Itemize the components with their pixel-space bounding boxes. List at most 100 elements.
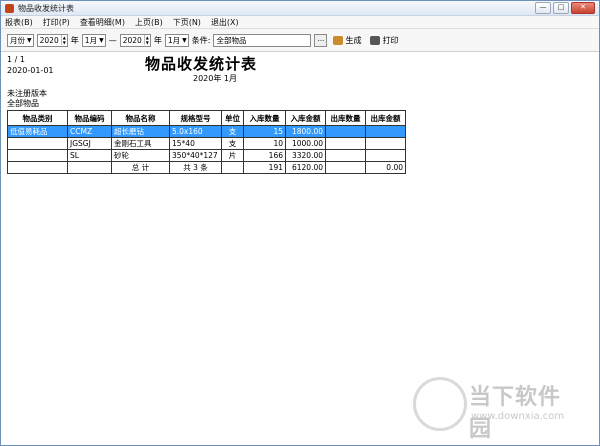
total-out-amount: 0.00 bbox=[365, 161, 406, 174]
total-label: 总 计 bbox=[111, 161, 170, 174]
page-number: 1 / 1 bbox=[7, 55, 25, 64]
generate-label: 生成 bbox=[345, 35, 362, 45]
table-row[interactable]: JGSGJ 金刚石工具 15*40 支 10 1000.00 bbox=[7, 137, 406, 150]
app-window: 物品收发统计表 — □ ✕ 报表(B) 打印(P) 查看明细(M) 上页(B) … bbox=[0, 0, 600, 446]
generate-button[interactable]: 生成 bbox=[330, 35, 364, 46]
table-cell: 超长磨钻 bbox=[111, 125, 170, 138]
period-type-select[interactable]: 月份 ▼ bbox=[7, 33, 34, 47]
table-cell: CCMZ bbox=[67, 125, 112, 138]
end-month-value: 1月 bbox=[167, 35, 181, 45]
table-cell bbox=[365, 149, 406, 162]
report-title: 物品收发统计表 bbox=[145, 55, 258, 73]
table-cell bbox=[67, 161, 112, 174]
total-in-qty: 191 bbox=[243, 161, 286, 174]
table-cell: 片 bbox=[221, 149, 244, 162]
end-year-label: 年 bbox=[153, 35, 162, 45]
chevron-down-icon: ▼ bbox=[182, 36, 187, 44]
menu-report[interactable]: 报表(B) bbox=[5, 17, 33, 28]
menu-prev-page[interactable]: 上页(B) bbox=[135, 17, 163, 28]
start-year-value: 2020 bbox=[39, 35, 59, 45]
printer-icon bbox=[370, 35, 381, 45]
condition-field[interactable]: 全部物品 bbox=[213, 33, 312, 47]
column-header[interactable]: 出库数量 bbox=[325, 110, 366, 126]
app-icon bbox=[5, 3, 14, 13]
table-cell: 1000.00 bbox=[285, 137, 326, 150]
spinner-arrows-icon[interactable]: ▲ ▼ bbox=[60, 35, 67, 45]
column-header[interactable]: 出库金额 bbox=[365, 110, 406, 126]
table-cell: 350*40*127 bbox=[169, 149, 222, 162]
report-date: 2020-01-01 bbox=[7, 66, 54, 75]
table-cell bbox=[325, 137, 366, 150]
generate-icon bbox=[333, 35, 344, 45]
watermark-logo-icon bbox=[413, 377, 467, 431]
end-year-value: 2020 bbox=[122, 35, 142, 45]
column-header[interactable]: 入库数量 bbox=[243, 110, 286, 126]
menu-view-detail[interactable]: 查看明细(M) bbox=[80, 17, 125, 28]
table-cell: JGSGJ bbox=[67, 137, 112, 150]
column-header[interactable]: 入库金额 bbox=[285, 110, 326, 126]
condition-label: 条件: bbox=[191, 35, 211, 45]
report-period: 2020年 1月 bbox=[193, 74, 237, 83]
start-year-spinner[interactable]: 2020 ▲ ▼ bbox=[36, 33, 68, 47]
report-scope: 全部物品 bbox=[7, 99, 39, 108]
table-header-row: 物品类别 物品编码 物品名称 规格型号 单位 入库数量 入库金额 出库数量 出库… bbox=[7, 110, 406, 126]
table-cell: 166 bbox=[243, 149, 286, 162]
table-row-selected[interactable]: 低值易耗品 CCMZ 超长磨钻 5.0x160 支 15 1800.00 bbox=[7, 125, 406, 138]
watermark: 当下软件园 www.downxia.com bbox=[413, 375, 583, 442]
range-separator: — bbox=[108, 35, 117, 45]
total-out-qty bbox=[325, 161, 366, 174]
chevron-down-icon: ▼ bbox=[99, 36, 104, 44]
table-cell bbox=[365, 125, 406, 138]
end-year-spinner[interactable]: 2020 ▲ ▼ bbox=[119, 33, 151, 47]
start-month-select[interactable]: 1月 ▼ bbox=[81, 33, 106, 47]
maximize-button[interactable]: □ bbox=[553, 2, 569, 14]
column-header[interactable]: 物品编码 bbox=[67, 110, 112, 126]
table-cell bbox=[221, 161, 244, 174]
table-row[interactable]: SL 砂轮 350*40*127 片 166 3320.00 bbox=[7, 149, 406, 162]
chevron-down-icon: ▼ bbox=[27, 36, 32, 44]
total-in-amount: 6120.00 bbox=[285, 161, 326, 174]
total-count: 共 3 条 bbox=[169, 161, 222, 174]
table-cell: 15*40 bbox=[169, 137, 222, 150]
print-button[interactable]: 打印 bbox=[367, 35, 401, 46]
table-cell: 3320.00 bbox=[285, 149, 326, 162]
table-total-row[interactable]: 总 计 共 3 条 191 6120.00 0.00 bbox=[7, 161, 406, 174]
table-cell bbox=[7, 161, 68, 174]
start-month-value: 1月 bbox=[84, 35, 98, 45]
table-cell: 砂轮 bbox=[111, 149, 170, 162]
condition-browse-button[interactable]: ... bbox=[314, 33, 328, 47]
start-year-label: 年 bbox=[70, 35, 79, 45]
column-header[interactable]: 单位 bbox=[221, 110, 244, 126]
menu-next-page[interactable]: 下页(N) bbox=[173, 17, 201, 28]
title-bar: 物品收发统计表 — □ ✕ bbox=[1, 1, 599, 16]
table-cell bbox=[7, 149, 68, 162]
menu-bar: 报表(B) 打印(P) 查看明细(M) 上页(B) 下页(N) 退出(X) bbox=[1, 16, 599, 29]
table-cell: 1800.00 bbox=[285, 125, 326, 138]
table-cell: SL bbox=[67, 149, 112, 162]
minimize-button[interactable]: — bbox=[535, 2, 551, 14]
table-cell: 支 bbox=[221, 137, 244, 150]
column-header[interactable]: 物品名称 bbox=[111, 110, 170, 126]
table-cell bbox=[365, 137, 406, 150]
period-type-value: 月份 bbox=[10, 35, 25, 45]
toolbar: 月份 ▼ 2020 ▲ ▼ 年 1月 ▼ — 2020 ▲ ▼ 年 1月 ▼ 条件:… bbox=[1, 29, 599, 52]
table-cell: 低值易耗品 bbox=[7, 125, 68, 138]
table-cell bbox=[325, 149, 366, 162]
menu-print[interactable]: 打印(P) bbox=[43, 17, 70, 28]
table-cell: 15 bbox=[243, 125, 286, 138]
close-button[interactable]: ✕ bbox=[571, 2, 595, 14]
spinner-arrows-icon[interactable]: ▲ ▼ bbox=[143, 35, 150, 45]
end-month-select[interactable]: 1月 ▼ bbox=[164, 33, 189, 47]
column-header[interactable]: 规格型号 bbox=[169, 110, 222, 126]
table-cell: 支 bbox=[221, 125, 244, 138]
table-cell bbox=[7, 137, 68, 150]
table-cell bbox=[325, 125, 366, 138]
table-cell: 10 bbox=[243, 137, 286, 150]
print-label: 打印 bbox=[382, 35, 399, 45]
table-cell: 金刚石工具 bbox=[111, 137, 170, 150]
window-title: 物品收发统计表 bbox=[18, 3, 74, 13]
table-cell: 5.0x160 bbox=[169, 125, 222, 138]
column-header[interactable]: 物品类别 bbox=[7, 110, 68, 126]
menu-exit[interactable]: 退出(X) bbox=[211, 17, 239, 28]
window-controls: — □ ✕ bbox=[535, 2, 595, 14]
